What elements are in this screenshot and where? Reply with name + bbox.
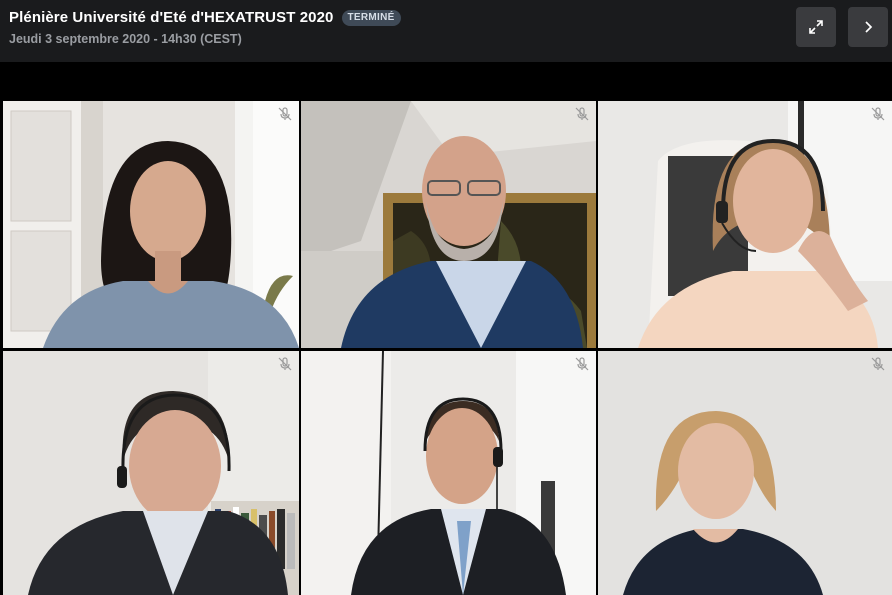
participant-video-feed <box>301 101 596 348</box>
mic-off-icon <box>871 357 885 371</box>
participant-video-feed <box>3 351 299 595</box>
mic-off-icon <box>278 107 292 121</box>
participant-video-4[interactable] <box>3 351 299 595</box>
meeting-title: Plénière Université d'Eté d'HEXATRUST 20… <box>9 9 334 26</box>
mic-off-icon <box>575 107 589 121</box>
header-bar: Plénière Université d'Eté d'HEXATRUST 20… <box>0 0 892 62</box>
participant-video-feed <box>598 351 892 595</box>
status-badge: TERMINÉ <box>341 9 401 26</box>
video-grid <box>0 62 892 595</box>
participant-video-2[interactable] <box>301 101 596 348</box>
meeting-date: Jeudi 3 septembre 2020 - 14h30 (CEST) <box>9 32 242 46</box>
video-conference-window: Plénière Université d'Eté d'HEXATRUST 20… <box>0 0 892 595</box>
participant-video-feed <box>301 351 596 595</box>
mic-off-icon <box>871 107 885 121</box>
mic-off-icon <box>575 357 589 371</box>
participant-video-6[interactable] <box>598 351 892 595</box>
participant-video-5[interactable] <box>301 351 596 595</box>
participant-video-3[interactable] <box>598 101 892 348</box>
participant-video-feed <box>598 101 892 348</box>
fullscreen-button[interactable] <box>796 7 836 47</box>
title-row: Plénière Université d'Eté d'HEXATRUST 20… <box>9 9 401 26</box>
next-button[interactable] <box>848 7 888 47</box>
mic-off-icon <box>278 357 292 371</box>
chevron-right-icon <box>865 21 873 33</box>
participant-video-1[interactable] <box>3 101 299 348</box>
participant-video-feed <box>3 101 299 348</box>
expand-arrows-icon <box>809 20 823 34</box>
